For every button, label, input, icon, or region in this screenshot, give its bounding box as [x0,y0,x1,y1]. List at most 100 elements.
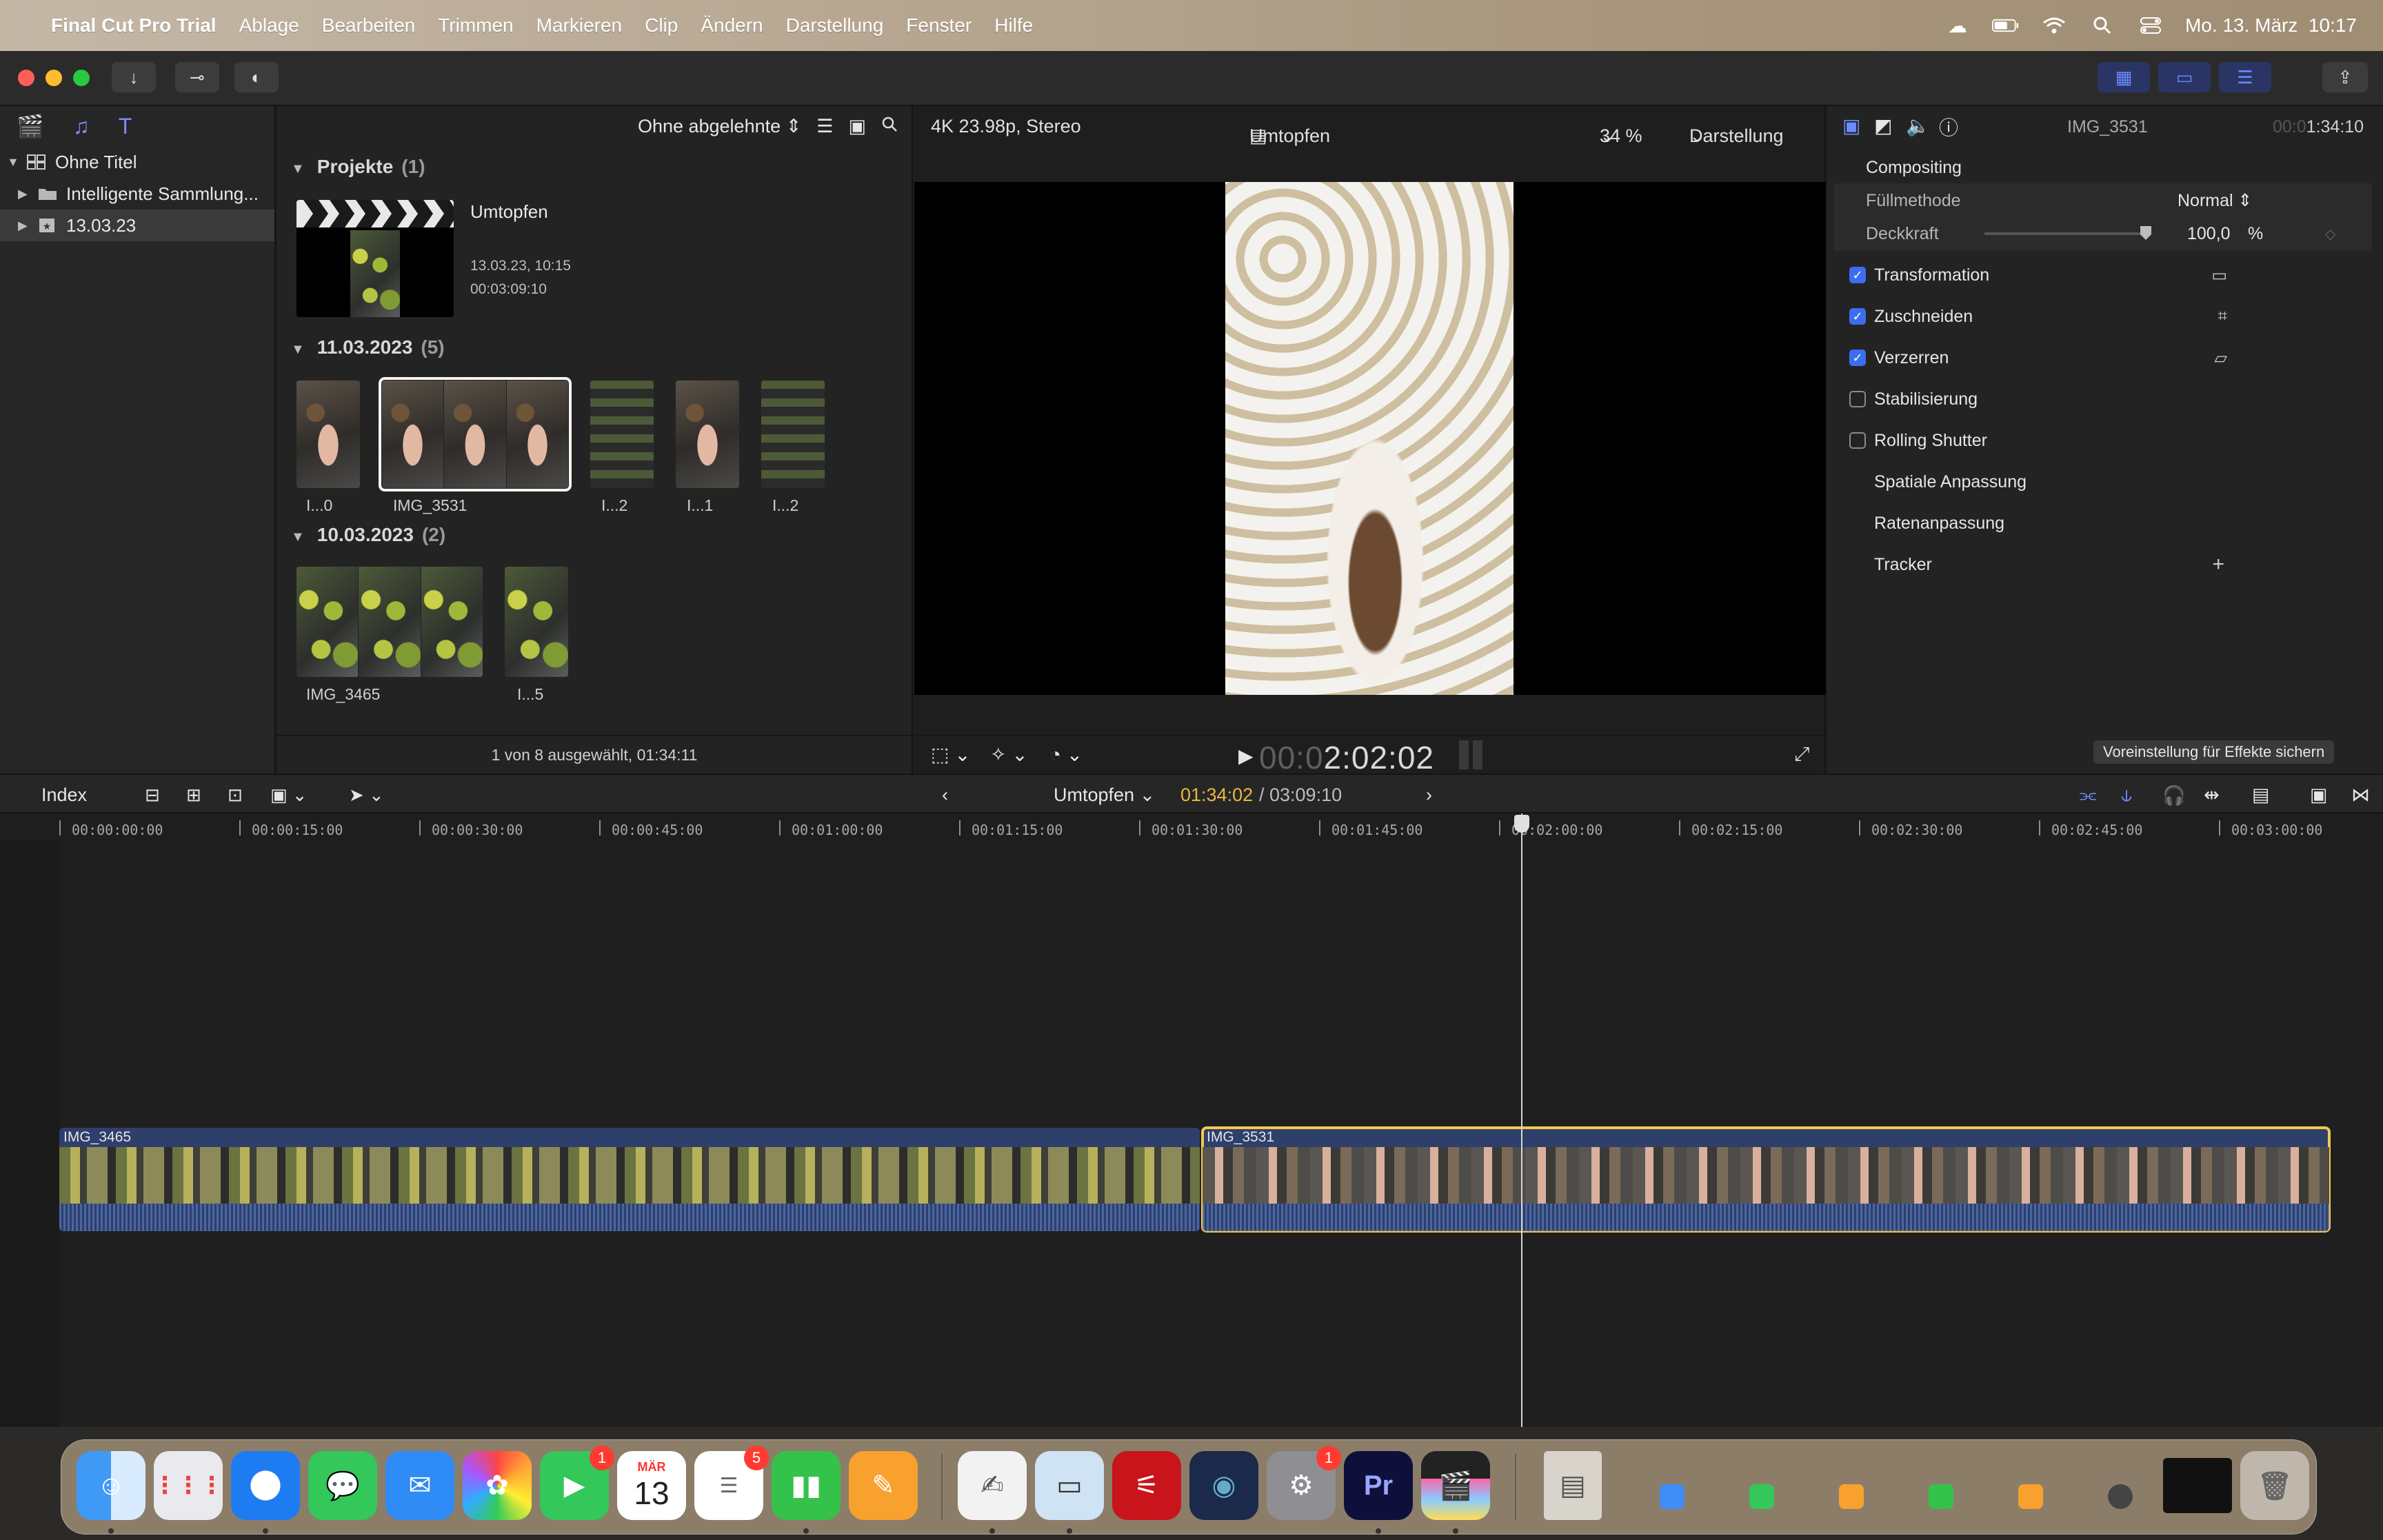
finder-icon[interactable]: ☺ [77,1451,145,1520]
system-settings-icon[interactable]: ⚙ 1 [1267,1446,1341,1520]
photos-audio-tab-icon[interactable]: ♫ [73,114,90,139]
background-tasks-icon[interactable]: ◐ [234,62,279,92]
connect-clip-icon[interactable]: ⊟ [145,784,160,806]
projects-section-header[interactable]: ▼ Projekte (1) [291,156,425,178]
menu-hilfe[interactable]: Hilfe [994,14,1033,37]
timeline-index-button[interactable]: Index [41,784,87,806]
project-thumbnail[interactable] [296,200,454,317]
clip-thumbnail[interactable] [296,381,360,488]
viewer-canvas[interactable] [914,182,1826,695]
effects-browser-icon[interactable]: ▣ [2310,784,2328,806]
add-tracker-icon[interactable]: + [2212,553,2224,576]
viewer-timecode[interactable]: 00:02:02:02 [1259,739,1434,776]
trash-icon[interactable]: 🗑 [2240,1451,2309,1520]
minimize-window-button[interactable] [46,70,62,86]
preview-icon[interactable]: ▭ [1035,1451,1104,1520]
minimized-numbers-icon[interactable] [1929,1484,1953,1509]
clip-thumbnail[interactable] [590,381,654,488]
menu-ablage[interactable]: Ablage [239,14,299,37]
spotlight-search-icon[interactable] [2089,15,2116,36]
playhead[interactable] [1521,813,1522,1427]
import-icon[interactable]: ↓ [112,62,156,92]
pages-icon[interactable]: ✎ [849,1451,918,1520]
clip-appearance-icon[interactable]: ▣ [848,116,866,137]
opacity-value[interactable]: 100,0 [2187,224,2231,244]
timeline-ruler[interactable]: 00:00:00:00 00:00:15:00 00:00:30:00 00:00:4… [0,813,2383,841]
timeline-clip-selected[interactable]: IMG_3531 [1201,1126,2331,1233]
mail-icon[interactable]: ✉ [385,1451,454,1520]
timeline-project-popup[interactable]: Umtopfen ⌄ [1054,784,1155,806]
opacity-slider-thumb[interactable] [2140,226,2151,240]
disclosure-closed-icon[interactable]: ▶ [18,219,30,233]
menu-darstellung[interactable]: Darstellung [786,14,884,37]
library-item-event-13-03-23[interactable]: ▶ ★ 13.03.23 [0,210,274,241]
menu-trimmen[interactable]: Trimmen [438,14,513,37]
section-transformation[interactable]: ✓ Transformation ▭ [1834,258,2372,292]
quicktime-icon[interactable]: ◉ [1189,1451,1258,1520]
minimized-quicktime-icon[interactable] [2108,1484,2133,1509]
premiere-pro-icon[interactable]: Pr [1344,1451,1413,1520]
timeline-clip[interactable]: IMG_3465 [59,1128,1200,1231]
crop-onscreen-icon[interactable]: ⌗ [2218,307,2227,326]
safari-icon[interactable]: ⊘ [231,1451,300,1520]
menu-app-name[interactable]: Final Cut Pro Trial [51,14,217,37]
menu-markieren[interactable]: Markieren [536,14,622,37]
wifi-icon[interactable] [2040,15,2068,36]
clip-thumbnail-selected[interactable] [379,377,572,492]
save-effects-preset-button[interactable]: Voreinstellung für Effekte sichern [2093,740,2335,764]
minimized-finder-icon[interactable] [1660,1484,1685,1509]
final-cut-pro-icon[interactable]: 🎬 [1421,1451,1490,1520]
fullscreen-icon[interactable]: ⤢ [1794,743,1809,766]
blend-mode-popup[interactable]: Normal ⇕ [2178,190,2252,211]
playhead-handle[interactable] [1514,815,1529,833]
rolling-shutter-checkbox[interactable] [1849,432,1866,449]
filter-popup[interactable]: Ohne abgelehnte ⇕ [638,116,801,137]
browser-toggle-icon[interactable]: ▦ [2098,62,2150,92]
crop-checkbox[interactable]: ✓ [1849,308,1866,325]
enhance-wand-icon[interactable]: ✧ ⌄ [990,743,1028,766]
calendar-icon[interactable]: MÄR 13 [617,1451,686,1520]
audio-inspector-tab-icon[interactable]: 🔈 [1906,114,1930,137]
transformation-checkbox[interactable]: ✓ [1849,267,1866,283]
distort-onscreen-icon[interactable]: ▱ [2215,348,2227,368]
play-button[interactable]: ▶ [1238,744,1254,767]
section-distort[interactable]: ✓ Verzerren ▱ [1834,341,2372,375]
messages-icon[interactable]: 💬 [308,1451,377,1520]
library-item-ohne-titel[interactable]: ▼ Ohne Titel [0,146,274,178]
battery-icon[interactable] [1991,15,2020,36]
clip-thumbnail[interactable] [505,567,568,677]
transform-tool-icon[interactable]: ⬚ ⌄ [931,743,971,766]
minimized-pages-icon[interactable] [2018,1484,2043,1509]
numbers-icon[interactable]: ▮▮ [772,1451,841,1520]
clip-appearance-timeline-icon[interactable]: ▤ [2252,784,2270,806]
textedit-icon[interactable]: ✍ [958,1451,1027,1520]
insert-clip-icon[interactable]: ⊞ [186,784,201,806]
menu-clock[interactable]: Mo. 13. März 10:17 [2185,14,2357,37]
audio-skimming-icon[interactable]: ⫝ [2121,784,2132,807]
opacity-slider-track[interactable] [1984,232,2150,235]
minimized-window-thumbnail[interactable] [2163,1458,2232,1513]
overwrite-clip-icon[interactable]: ▣ ⌄ [270,784,308,806]
menu-bearbeiten[interactable]: Bearbeiten [322,14,415,37]
event-section-header-10-03[interactable]: ▼ 10.03.2023 (2) [291,524,445,546]
inspector-toggle-icon[interactable]: ☰ [2219,62,2271,92]
color-inspector-tab-icon[interactable]: ◩ [1874,114,1892,137]
retime-speed-icon[interactable]: ◔ ⌄ [1049,743,1083,766]
minimized-messages-icon[interactable] [1749,1484,1774,1509]
menu-clip[interactable]: Clip [645,14,678,37]
titles-generators-tab-icon[interactable]: T [119,114,132,139]
video-skimming-icon[interactable]: ⫘ [2080,784,2096,807]
minimized-pages-icon[interactable] [1839,1484,1864,1509]
timeline-forward-icon[interactable]: › [1426,784,1432,806]
list-view-icon[interactable]: ☰ [816,116,833,137]
info-inspector-tab-icon[interactable]: ⓘ [1939,113,1958,141]
menu-fenster[interactable]: Fenster [906,14,972,37]
clip-thumbnail[interactable] [296,567,483,677]
snapping-icon[interactable]: ⇹ [2204,784,2220,806]
reminders-icon[interactable]: ☰ 5 [694,1446,769,1520]
event-section-header-11-03[interactable]: ▼ 11.03.2023 (5) [291,336,445,358]
document-stack-icon[interactable]: ▤ [1544,1451,1602,1520]
keywords-icon[interactable]: ⊸ [175,62,219,92]
select-tool-icon[interactable]: ➤ ⌄ [349,784,384,806]
search-icon[interactable] [881,116,898,137]
